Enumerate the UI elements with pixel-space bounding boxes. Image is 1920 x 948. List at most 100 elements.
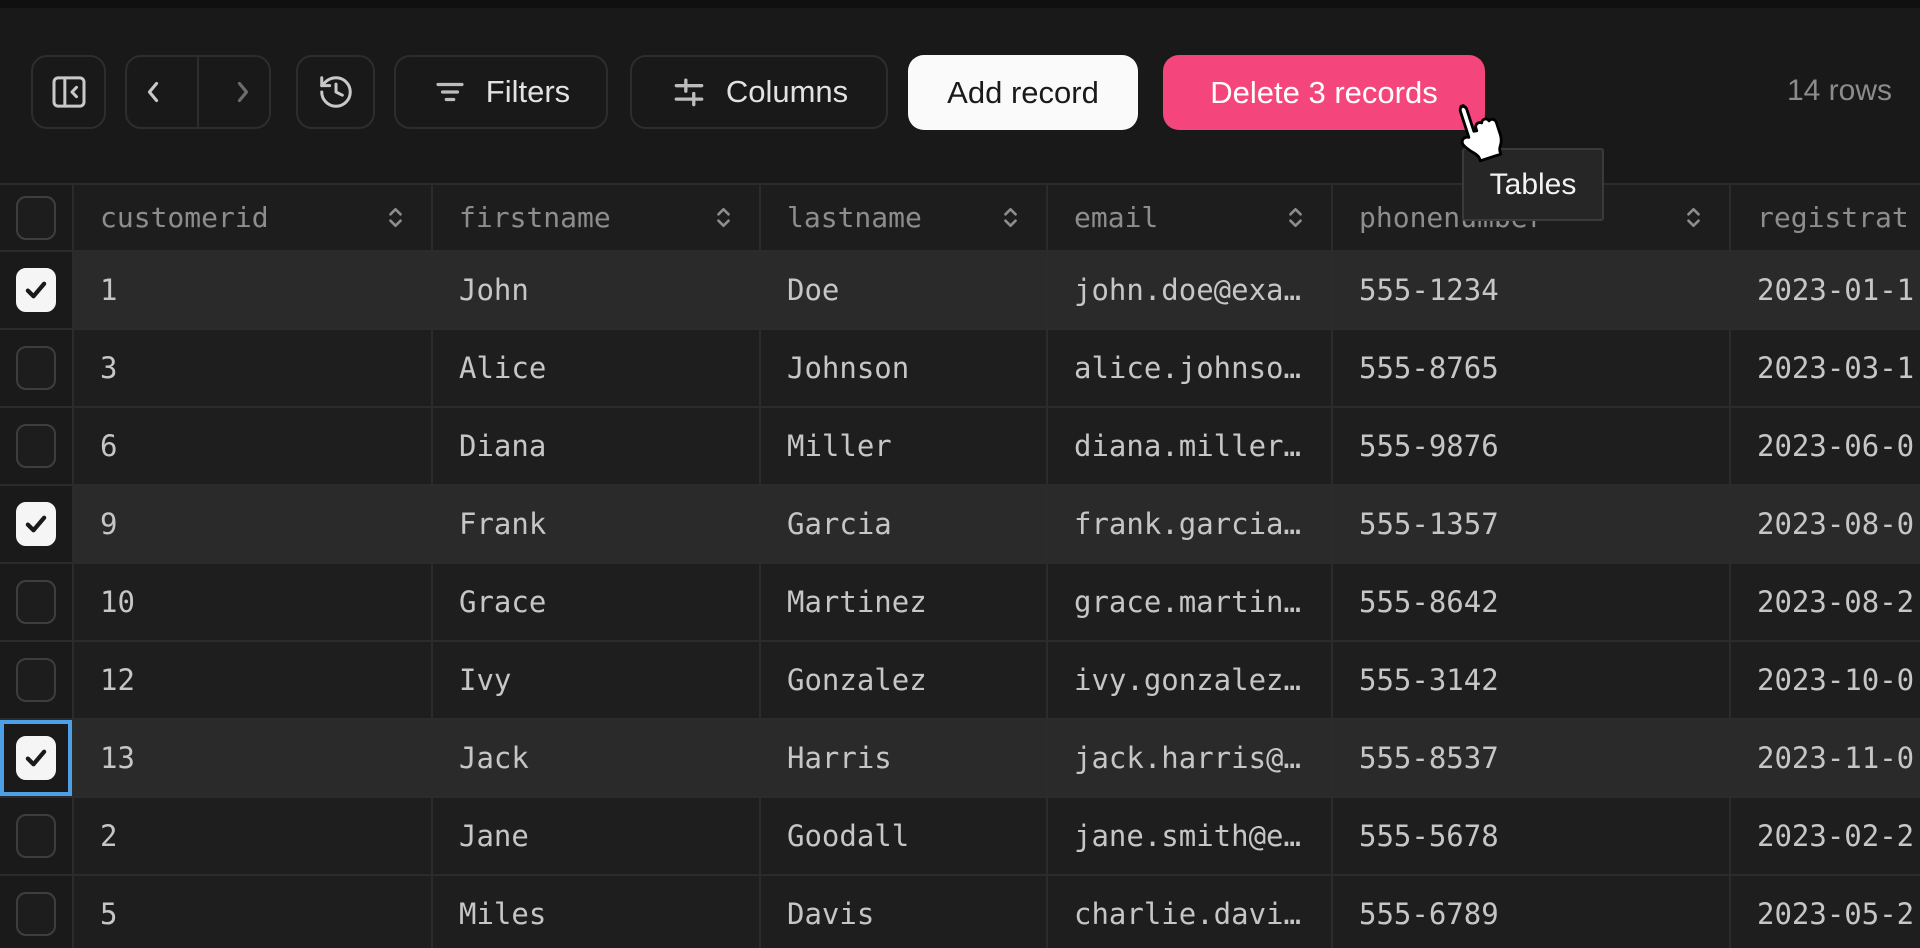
column-header-customerid[interactable]: customerid: [74, 185, 433, 250]
table-row[interactable]: 10GraceMartinezgrace.martin…555-86422023…: [0, 564, 1920, 642]
row-checkbox-cell[interactable]: [0, 252, 74, 328]
row-checkbox-cell[interactable]: [0, 720, 74, 796]
cell-customerid[interactable]: 10: [74, 564, 433, 640]
cell-lastname[interactable]: Gonzalez: [761, 642, 1048, 718]
cell-email[interactable]: diana.miller…: [1048, 408, 1333, 484]
cell-phonenumber[interactable]: 555-8642: [1333, 564, 1731, 640]
row-checkbox[interactable]: [16, 502, 56, 546]
select-all-checkbox[interactable]: [16, 196, 56, 240]
table-row[interactable]: 2JaneGoodalljane.smith@e…555-56782023-02…: [0, 798, 1920, 876]
cell-email[interactable]: jane.smith@e…: [1048, 798, 1333, 874]
cell-firstname[interactable]: Jack: [433, 720, 761, 796]
cell-email[interactable]: grace.martin…: [1048, 564, 1333, 640]
row-checkbox-cell[interactable]: [0, 408, 74, 484]
cell-registrationdate[interactable]: 2023-11-0: [1731, 720, 1920, 796]
delete-records-button[interactable]: Delete 3 records: [1163, 55, 1485, 130]
cell-customerid[interactable]: 1: [74, 252, 433, 328]
cell-phonenumber[interactable]: 555-1357: [1333, 486, 1731, 562]
cell-lastname[interactable]: Miller: [761, 408, 1048, 484]
row-checkbox-cell[interactable]: [0, 876, 74, 948]
forward-button[interactable]: [217, 57, 269, 127]
cell-registrationdate[interactable]: 2023-06-0: [1731, 408, 1920, 484]
column-header-firstname[interactable]: firstname: [433, 185, 761, 250]
cell-lastname[interactable]: Garcia: [761, 486, 1048, 562]
cell-registrationdate[interactable]: 2023-02-2: [1731, 798, 1920, 874]
cell-email[interactable]: john.doe@exa…: [1048, 252, 1333, 328]
cell-phonenumber[interactable]: 555-5678: [1333, 798, 1731, 874]
row-checkbox[interactable]: [16, 892, 56, 936]
row-checkbox[interactable]: [16, 736, 56, 780]
cell-lastname[interactable]: Doe: [761, 252, 1048, 328]
cell-phonenumber[interactable]: 555-1234: [1333, 252, 1731, 328]
table-row[interactable]: 9FrankGarciafrank.garcia…555-13572023-08…: [0, 486, 1920, 564]
cell-firstname[interactable]: Frank: [433, 486, 761, 562]
cell-email[interactable]: jack.harris@…: [1048, 720, 1333, 796]
cell-firstname[interactable]: Miles: [433, 876, 761, 948]
cell-firstname[interactable]: Diana: [433, 408, 761, 484]
table-row[interactable]: 6DianaMillerdiana.miller…555-98762023-06…: [0, 408, 1920, 486]
cell-email[interactable]: alice.johnso…: [1048, 330, 1333, 406]
cell-email[interactable]: charlie.davi…: [1048, 876, 1333, 948]
columns-button[interactable]: Columns: [630, 55, 888, 129]
cell-lastname[interactable]: Goodall: [761, 798, 1048, 874]
cell-customerid[interactable]: 3: [74, 330, 433, 406]
table-row[interactable]: 1JohnDoejohn.doe@exa…555-12342023-01-1: [0, 252, 1920, 330]
add-record-button[interactable]: Add record: [908, 55, 1138, 130]
cell-lastname[interactable]: Martinez: [761, 564, 1048, 640]
column-header-registrationdate[interactable]: registrat: [1731, 185, 1920, 250]
table-row[interactable]: 12IvyGonzalezivy.gonzalez…555-31422023-1…: [0, 642, 1920, 720]
sidebar-toggle-button[interactable]: [31, 55, 106, 129]
cell-registrationdate[interactable]: 2023-05-2: [1731, 876, 1920, 948]
cell-email[interactable]: frank.garcia…: [1048, 486, 1333, 562]
row-checkbox-cell[interactable]: [0, 798, 74, 874]
cell-lastname[interactable]: Davis: [761, 876, 1048, 948]
column-header-lastname[interactable]: lastname: [761, 185, 1048, 250]
back-button[interactable]: [127, 57, 179, 127]
row-checkbox[interactable]: [16, 658, 56, 702]
sort-icon[interactable]: [1282, 204, 1309, 231]
cell-phonenumber[interactable]: 555-8765: [1333, 330, 1731, 406]
cell-firstname[interactable]: Alice: [433, 330, 761, 406]
query-history-button[interactable]: [296, 55, 375, 129]
cell-registrationdate[interactable]: 2023-08-2: [1731, 564, 1920, 640]
cell-customerid[interactable]: 5: [74, 876, 433, 948]
row-checkbox-cell[interactable]: [0, 564, 74, 640]
cell-email[interactable]: ivy.gonzalez…: [1048, 642, 1333, 718]
row-checkbox[interactable]: [16, 268, 56, 312]
cell-firstname[interactable]: John: [433, 252, 761, 328]
cell-registrationdate[interactable]: 2023-03-1: [1731, 330, 1920, 406]
row-checkbox[interactable]: [16, 424, 56, 468]
table-row[interactable]: 3AliceJohnsonalice.johnso…555-87652023-0…: [0, 330, 1920, 408]
sort-icon[interactable]: [710, 204, 737, 231]
cell-lastname[interactable]: Harris: [761, 720, 1048, 796]
row-checkbox[interactable]: [16, 346, 56, 390]
cell-phonenumber[interactable]: 555-6789: [1333, 876, 1731, 948]
row-checkbox[interactable]: [16, 580, 56, 624]
sort-icon[interactable]: [997, 204, 1024, 231]
cell-lastname[interactable]: Johnson: [761, 330, 1048, 406]
column-header-email[interactable]: email: [1048, 185, 1333, 250]
cell-phonenumber[interactable]: 555-9876: [1333, 408, 1731, 484]
row-checkbox-cell[interactable]: [0, 486, 74, 562]
cell-phonenumber[interactable]: 555-8537: [1333, 720, 1731, 796]
row-checkbox-cell[interactable]: [0, 330, 74, 406]
row-checkbox[interactable]: [16, 814, 56, 858]
cell-firstname[interactable]: Jane: [433, 798, 761, 874]
cell-registrationdate[interactable]: 2023-10-0: [1731, 642, 1920, 718]
cell-registrationdate[interactable]: 2023-08-0: [1731, 486, 1920, 562]
table-row[interactable]: 13JackHarrisjack.harris@…555-85372023-11…: [0, 720, 1920, 798]
cell-customerid[interactable]: 2: [74, 798, 433, 874]
cell-phonenumber[interactable]: 555-3142: [1333, 642, 1731, 718]
sort-icon[interactable]: [1680, 204, 1707, 231]
cell-registrationdate[interactable]: 2023-01-1: [1731, 252, 1920, 328]
cell-firstname[interactable]: Ivy: [433, 642, 761, 718]
cell-customerid[interactable]: 6: [74, 408, 433, 484]
cell-customerid[interactable]: 13: [74, 720, 433, 796]
filters-button[interactable]: Filters: [394, 55, 608, 129]
cell-firstname[interactable]: Grace: [433, 564, 761, 640]
sort-icon[interactable]: [382, 204, 409, 231]
row-checkbox-cell[interactable]: [0, 642, 74, 718]
table-row[interactable]: 5MilesDavischarlie.davi…555-67892023-05-…: [0, 876, 1920, 948]
cell-customerid[interactable]: 9: [74, 486, 433, 562]
cell-customerid[interactable]: 12: [74, 642, 433, 718]
